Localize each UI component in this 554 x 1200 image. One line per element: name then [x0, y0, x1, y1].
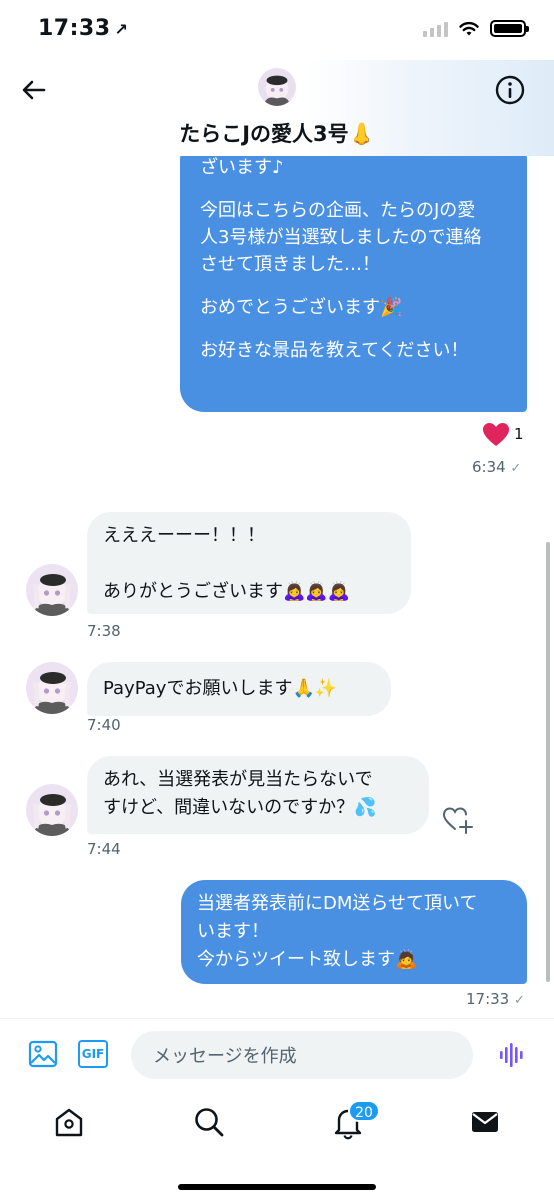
- message-line: 当選者発表前にDM送らせて頂いて: [197, 893, 478, 914]
- message-line: 今回はこちらの企画、たらのJの愛: [200, 200, 476, 221]
- timestamp-text: 6:34: [472, 458, 506, 476]
- outgoing-message-bubble[interactable]: ざいます♪ 今回はこちらの企画、たらのJの愛 人3号様が当選致しましたので連絡 …: [180, 156, 527, 412]
- notifications-badge: 20: [348, 1100, 380, 1122]
- home-indicator: [178, 1184, 376, 1190]
- header-avatar[interactable]: [258, 68, 296, 106]
- conversation-header: たらこJの愛人3号👃: [0, 60, 554, 156]
- timestamp-text: 7:38: [87, 622, 121, 640]
- message-line: ざいます♪: [200, 157, 284, 178]
- message-line: おめでとうございます🎉: [200, 297, 403, 318]
- outgoing-message-bubble[interactable]: 当選者発表前にDM送らせて頂いて います！ 今からツイート致します🙇: [181, 880, 527, 984]
- message-timestamp: 7:40: [87, 716, 121, 734]
- status-bar: 17:33 ↗: [0, 0, 554, 60]
- message-timestamp: 17:33 ✓: [466, 990, 525, 1008]
- message-list[interactable]: ざいます♪ 今回はこちらの企画、たらのJの愛 人3号様が当選致しましたので連絡 …: [0, 156, 554, 1020]
- battery-icon: [490, 20, 529, 37]
- conversation-title[interactable]: たらこJの愛人3号👃: [0, 118, 554, 148]
- message-line: ありがとうございます🙇‍♀️🙇‍♀️🙇‍♀️: [103, 581, 351, 602]
- home-icon[interactable]: [51, 1104, 87, 1140]
- sent-check-icon: ✓: [514, 993, 525, 1008]
- message-line: [103, 550, 395, 578]
- sender-avatar[interactable]: [26, 662, 78, 714]
- message-line: います！: [197, 921, 269, 942]
- message-line: PayPayでお願いします🙏✨: [103, 678, 338, 699]
- cellular-signal-icon: [423, 21, 448, 37]
- search-icon[interactable]: [191, 1104, 227, 1140]
- sent-check-icon: ✓: [510, 461, 522, 476]
- message-line: すけど、間違いないのですか？💦: [103, 797, 377, 818]
- sender-avatar[interactable]: [26, 564, 78, 616]
- incoming-message-bubble[interactable]: あれ、当選発表が見当たらないで すけど、間違いないのですか？💦: [87, 756, 429, 834]
- message-line: [200, 181, 507, 197]
- sender-avatar[interactable]: [26, 784, 78, 836]
- location-arrow-icon: ↗: [114, 20, 129, 39]
- message-line: えええーーー！！！: [103, 525, 265, 546]
- status-icons: [423, 20, 529, 37]
- message-input-placeholder: メッセージを作成: [153, 1046, 297, 1067]
- message-composer: GIF メッセージを作成: [0, 1018, 554, 1090]
- timestamp-text: 7:40: [87, 716, 121, 734]
- reaction-count: 1: [514, 425, 524, 443]
- info-icon[interactable]: [494, 74, 526, 106]
- image-icon[interactable]: [28, 1039, 58, 1069]
- gif-label: GIF: [81, 1047, 105, 1061]
- wifi-icon: [459, 21, 479, 35]
- incoming-message-bubble[interactable]: PayPayでお願いします🙏✨: [87, 662, 391, 716]
- back-arrow-icon[interactable]: [18, 74, 50, 106]
- message-line: 今からツイート致します🙇: [197, 949, 418, 970]
- message-timestamp: 7:44: [87, 840, 121, 858]
- message-timestamp: 7:38: [87, 622, 121, 640]
- message-line: お好きな景品を教えてください！: [200, 340, 469, 361]
- message-line: [200, 321, 507, 337]
- incoming-message-bubble[interactable]: えええーーー！！！ ありがとうございます🙇‍♀️🙇‍♀️🙇‍♀️: [87, 512, 411, 614]
- messages-envelope-icon[interactable]: [467, 1104, 503, 1140]
- voice-icon[interactable]: [498, 1041, 526, 1069]
- message-line: させて頂きました…！: [200, 254, 380, 275]
- message-line: [200, 278, 507, 294]
- clock: 17:33: [38, 16, 111, 41]
- status-time: 17:33 ↗: [38, 16, 128, 41]
- add-reaction-icon[interactable]: [442, 804, 474, 834]
- heart-icon: [483, 423, 509, 446]
- message-reaction[interactable]: 1: [482, 422, 542, 448]
- scrollbar[interactable]: [546, 542, 550, 982]
- timestamp-text: 17:33: [466, 990, 510, 1008]
- message-timestamp: 6:34 ✓: [472, 458, 521, 476]
- message-line: 人3号様が当選致しましたので連絡: [200, 227, 482, 248]
- message-input[interactable]: メッセージを作成: [131, 1031, 473, 1079]
- gif-button[interactable]: GIF: [78, 1040, 108, 1068]
- message-line: あれ、当選発表が見当たらないで: [103, 769, 373, 790]
- timestamp-text: 7:44: [87, 840, 121, 858]
